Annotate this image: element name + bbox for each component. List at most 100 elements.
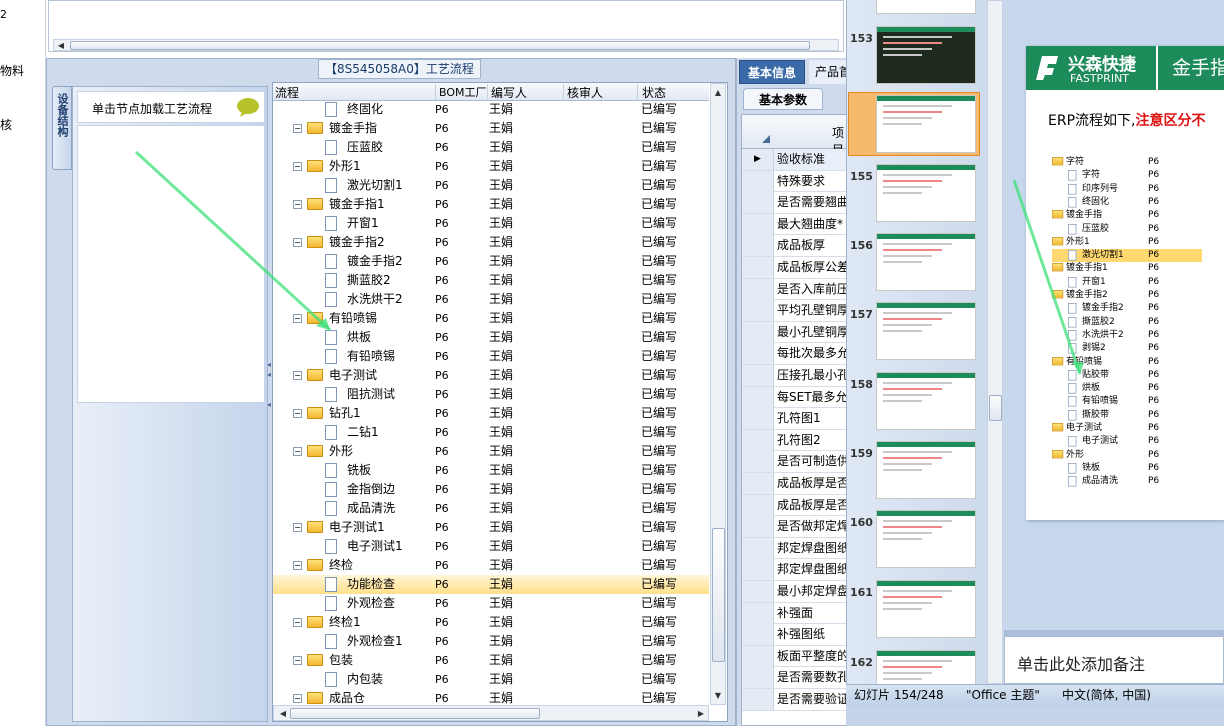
param-row[interactable]: 是否需要数孔 bbox=[742, 667, 848, 689]
status-slide-count[interactable]: 幻灯片 154/248 bbox=[854, 685, 944, 706]
param-row-header[interactable] bbox=[742, 494, 774, 516]
slide-thumbnail[interactable] bbox=[876, 26, 976, 84]
expand-collapse-icon[interactable]: − bbox=[293, 371, 302, 380]
slide-thumbnail[interactable] bbox=[876, 164, 976, 222]
param-row[interactable]: ▶ 验收标准 bbox=[742, 149, 848, 171]
param-row[interactable]: 补强图纸 bbox=[742, 624, 848, 646]
expand-collapse-icon[interactable]: − bbox=[293, 162, 302, 171]
param-row-header[interactable] bbox=[742, 235, 774, 257]
param-row[interactable]: 每批次最多允 bbox=[742, 343, 848, 365]
process-row[interactable]: 有铅喷锡 P6 王娟 已编写 bbox=[273, 347, 709, 366]
column-header-reviewer[interactable]: 核审人 bbox=[563, 84, 637, 101]
process-row[interactable]: 开窗1 P6 王娟 已编写 bbox=[273, 214, 709, 233]
param-row-header[interactable] bbox=[742, 581, 774, 602]
param-row[interactable]: 板面平整度的 bbox=[742, 645, 848, 668]
process-row[interactable]: 镀金手指2 P6 王娟 已编写 bbox=[273, 252, 709, 271]
param-row-header[interactable] bbox=[742, 516, 774, 538]
process-row[interactable]: 外观检查1 P6 王娟 已编写 bbox=[273, 632, 709, 651]
param-row[interactable]: 是否做邦定焊 bbox=[742, 516, 848, 538]
process-horizontal-scrollbar[interactable]: ◀ ▶ bbox=[273, 705, 709, 721]
param-row-header[interactable] bbox=[742, 451, 774, 473]
left-edge-label-2[interactable]: 物料 bbox=[0, 62, 24, 79]
process-row[interactable]: − 包装 P6 王娟 已编写 bbox=[273, 651, 709, 670]
expand-collapse-icon[interactable]: − bbox=[293, 200, 302, 209]
param-row-header[interactable] bbox=[742, 386, 774, 408]
param-row[interactable]: 成品板厚是否 bbox=[742, 473, 848, 495]
param-row-header[interactable] bbox=[742, 429, 774, 451]
slide-thumbnail[interactable] bbox=[876, 372, 976, 430]
process-row[interactable]: 激光切割1 P6 王娟 已编写 bbox=[273, 176, 709, 195]
process-row[interactable]: 功能检查 P6 王娟 已编写 bbox=[273, 575, 709, 594]
process-row[interactable]: 烘板 P6 王娟 已编写 bbox=[273, 328, 709, 347]
param-row-header[interactable] bbox=[742, 537, 774, 559]
process-row[interactable]: − 电子测试1 P6 王娟 已编写 bbox=[273, 518, 709, 537]
scroll-thumb[interactable] bbox=[712, 528, 725, 662]
slide-thumbnail[interactable] bbox=[876, 441, 976, 499]
param-row-header[interactable] bbox=[742, 343, 774, 365]
param-row[interactable]: 最大翘曲度* bbox=[742, 213, 848, 236]
param-row-header[interactable] bbox=[742, 602, 774, 624]
top-horizontal-scrollbar[interactable]: ◀ bbox=[53, 39, 839, 51]
param-row[interactable]: 邦定焊盘图纸 bbox=[742, 559, 848, 581]
param-row-header[interactable] bbox=[742, 624, 774, 646]
column-header-bom[interactable]: BOM工厂 bbox=[435, 84, 491, 100]
slide-thumbnail[interactable] bbox=[876, 580, 976, 638]
expand-collapse-icon[interactable]: − bbox=[293, 618, 302, 627]
param-row-header[interactable] bbox=[742, 645, 774, 667]
scroll-thumb[interactable] bbox=[989, 395, 1002, 421]
process-row[interactable]: 成品清洗 P6 王娟 已编写 bbox=[273, 499, 709, 518]
slide-thumbnail[interactable] bbox=[876, 302, 976, 360]
param-row-header[interactable] bbox=[742, 559, 774, 581]
expand-collapse-icon[interactable]: − bbox=[293, 409, 302, 418]
tab-basic-info[interactable]: 基本信息 bbox=[739, 60, 805, 84]
column-header-flow[interactable]: 流程 bbox=[275, 84, 299, 101]
param-row-header[interactable]: ▶ bbox=[742, 149, 774, 170]
scroll-thumb[interactable] bbox=[290, 708, 540, 719]
expand-collapse-icon[interactable]: − bbox=[293, 523, 302, 532]
param-row[interactable]: 是否需要翘曲 bbox=[742, 192, 848, 214]
equipment-structure-tab[interactable]: 设备结构 bbox=[52, 86, 72, 170]
process-row[interactable]: 铣板 P6 王娟 已编写 bbox=[273, 461, 709, 480]
process-row[interactable]: − 终检1 P6 王娟 已编写 bbox=[273, 613, 709, 632]
process-row[interactable]: − 有铅喷锡 P6 王娟 已编写 bbox=[273, 309, 709, 328]
left-edge-label-3[interactable]: 核 bbox=[0, 116, 12, 133]
expand-collapse-icon[interactable]: − bbox=[293, 694, 302, 703]
param-row[interactable]: 是否入库前压 bbox=[742, 278, 848, 301]
process-row[interactable]: − 外形 P6 王娟 已编写 bbox=[273, 442, 709, 461]
param-row-header[interactable] bbox=[742, 321, 774, 343]
process-row[interactable]: − 成品仓 P6 王娟 已编写 bbox=[273, 689, 709, 706]
status-language[interactable]: 中文(简体, 中国) bbox=[1062, 685, 1151, 706]
slide-canvas[interactable]: 兴森快捷 FASTPRINT 金手指 ERP流程如下,注意区分不 字符 P6 字符 P… bbox=[1026, 46, 1224, 520]
param-row[interactable]: 成品板厚是否 bbox=[742, 494, 848, 517]
notes-pane[interactable]: 单击此处添加备注 bbox=[1004, 636, 1224, 684]
expand-collapse-icon[interactable]: − bbox=[293, 561, 302, 570]
process-row[interactable]: − 终检 P6 王娟 已编写 bbox=[273, 556, 709, 575]
param-row[interactable]: 邦定焊盘图纸 bbox=[742, 537, 848, 560]
column-header-writer[interactable]: 编写人 bbox=[487, 84, 565, 101]
param-row[interactable]: 特殊要求 bbox=[742, 170, 848, 193]
param-row-header[interactable] bbox=[742, 689, 774, 710]
scroll-down-button[interactable]: ▼ bbox=[711, 688, 725, 702]
process-row[interactable]: − 电子测试 P6 王娟 已编写 bbox=[273, 366, 709, 385]
scroll-up-button[interactable]: ▲ bbox=[711, 85, 725, 99]
column-header-status[interactable]: 状态 bbox=[637, 84, 709, 101]
param-row[interactable]: 平均孔壁铜厚 bbox=[742, 300, 848, 322]
scroll-right-button[interactable]: ▶ bbox=[694, 706, 708, 720]
param-row[interactable]: 是否可制造供 bbox=[742, 451, 848, 473]
process-row[interactable]: 阻抗测试 P6 王娟 已编写 bbox=[273, 385, 709, 404]
thumbnails-scrollbar[interactable] bbox=[987, 0, 1003, 684]
status-theme[interactable]: "Office 主题" bbox=[966, 685, 1040, 706]
process-row[interactable]: − 钻孔1 P6 王娟 已编写 bbox=[273, 404, 709, 423]
process-vertical-scrollbar[interactable]: ▲ ▼ bbox=[710, 83, 726, 705]
param-row[interactable]: 压接孔最小孔 bbox=[742, 365, 848, 387]
param-row-header[interactable] bbox=[742, 278, 774, 300]
param-row-header[interactable] bbox=[742, 473, 774, 494]
process-row[interactable]: − 镀金手指 P6 王娟 已编写 bbox=[273, 119, 709, 138]
expand-collapse-icon[interactable]: − bbox=[293, 238, 302, 247]
param-row[interactable]: 孔符图2 bbox=[742, 429, 848, 452]
scroll-left-button[interactable]: ◀ bbox=[54, 38, 68, 52]
process-row[interactable]: 终固化 P6 王娟 已编写 bbox=[273, 100, 709, 119]
slide-thumbnail[interactable] bbox=[876, 95, 976, 153]
slide-thumbnail[interactable] bbox=[876, 510, 976, 568]
process-row[interactable]: − 镀金手指1 P6 王娟 已编写 bbox=[273, 195, 709, 214]
